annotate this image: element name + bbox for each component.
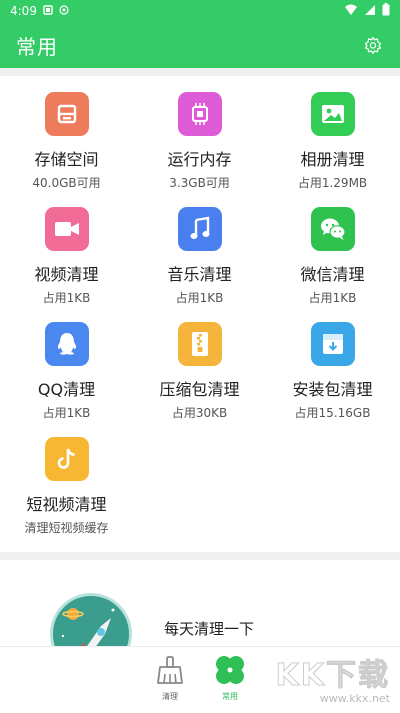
daily-clean-text: 每天清理一下 (164, 620, 255, 638)
grid-item-video[interactable]: 视频清理 占用1KB (0, 191, 133, 306)
item-label: 短视频清理 (26, 495, 107, 514)
grid-item-short-video[interactable]: 短视频清理 清理短视频缓存 (0, 421, 133, 536)
item-subtitle: 3.3GB可用 (169, 176, 230, 190)
grid-item-storage[interactable]: 存储空间 40.0GB可用 (0, 76, 133, 191)
wechat-icon (310, 207, 355, 251)
watermark: KK下载 www.kkx.net (275, 650, 390, 706)
qq-penguin-icon (44, 322, 89, 366)
storage-icon (44, 92, 89, 136)
item-label: QQ清理 (37, 380, 96, 399)
item-subtitle: 清理短视频缓存 (24, 521, 109, 535)
item-subtitle: 占用30KB (171, 406, 228, 420)
grid-item-album[interactable]: 相册清理 占用1.29MB (266, 76, 399, 191)
daily-clean-card[interactable]: 每天清理一下 (0, 560, 400, 675)
item-label: 存储空间 (34, 150, 99, 169)
clover-icon (213, 653, 247, 687)
battery-icon (382, 3, 390, 19)
item-subtitle: 占用15.16GB (294, 406, 371, 420)
video-camera-icon (44, 207, 89, 251)
photo-icon (310, 92, 355, 136)
settings-gear-icon[interactable] (362, 34, 384, 56)
notification-icon (43, 4, 53, 18)
item-label: 安装包清理 (292, 380, 373, 399)
tiktok-icon (44, 437, 89, 481)
item-label: 运行内存 (167, 150, 232, 169)
music-note-icon (177, 207, 222, 251)
item-subtitle: 占用1.29MB (297, 176, 368, 190)
wifi-icon (344, 4, 358, 19)
section-divider (0, 552, 400, 560)
tab-common[interactable]: 常用 (205, 653, 255, 702)
grid-item-memory[interactable]: 运行内存 3.3GB可用 (133, 76, 266, 191)
item-subtitle: 占用1KB (42, 291, 91, 305)
item-label: 音乐清理 (167, 265, 232, 284)
tab-clean[interactable]: 清理 (145, 653, 195, 702)
status-bar: 4:09 (0, 0, 400, 22)
item-label: 压缩包清理 (159, 380, 240, 399)
grid-item-music[interactable]: 音乐清理 占用1KB (133, 191, 266, 306)
app-header: 常用 (0, 22, 400, 68)
install-package-icon (310, 322, 355, 366)
status-time: 4:09 (10, 4, 37, 18)
signal-icon (364, 4, 376, 19)
memory-chip-icon (177, 92, 222, 136)
item-subtitle: 占用1KB (308, 291, 357, 305)
section-gap (0, 68, 400, 76)
page-title: 常用 (16, 34, 58, 59)
sync-icon (59, 4, 69, 18)
item-subtitle: 占用1KB (42, 406, 91, 420)
grid-item-wechat[interactable]: 微信清理 占用1KB (266, 191, 399, 306)
tab-label: 清理 (162, 692, 178, 701)
grid-item-zip[interactable]: 压缩包清理 占用30KB (133, 306, 266, 421)
grid-item-apk[interactable]: 安装包清理 占用15.16GB (266, 306, 399, 421)
item-subtitle: 40.0GB可用 (32, 176, 101, 190)
item-label: 视频清理 (34, 265, 99, 284)
watermark-logo: KK下载 (275, 658, 390, 694)
tab-label: 常用 (222, 692, 238, 701)
feature-grid: 存储空间 40.0GB可用 运行内存 3.3GB可用 相册清理 占用1.29MB… (0, 76, 400, 551)
item-label: 微信清理 (300, 265, 365, 284)
watermark-url: www.kkx.net (319, 692, 390, 705)
item-label: 相册清理 (300, 150, 365, 169)
broom-icon (153, 653, 187, 687)
zip-archive-icon (177, 322, 222, 366)
grid-item-qq[interactable]: QQ清理 占用1KB (0, 306, 133, 421)
item-subtitle: 占用1KB (175, 291, 224, 305)
